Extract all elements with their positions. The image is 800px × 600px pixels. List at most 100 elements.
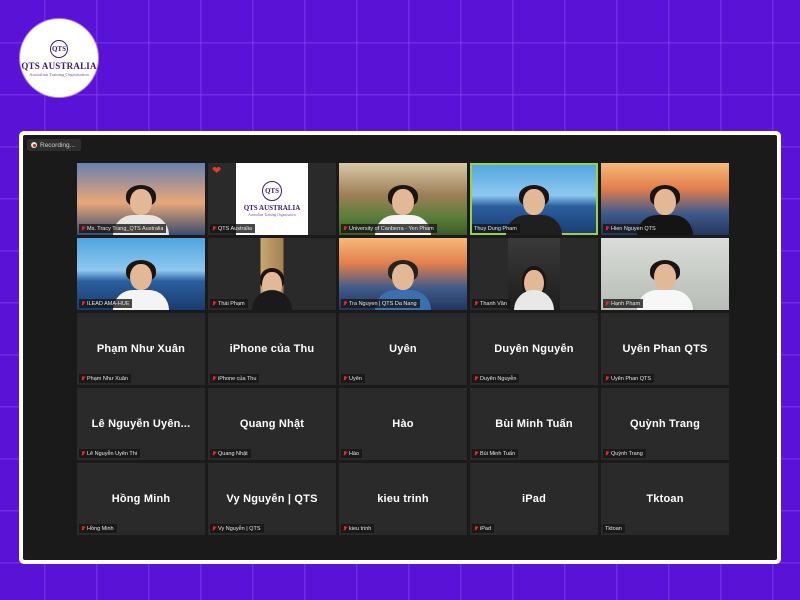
participant-tile[interactable]: Thanh Vân bbox=[470, 238, 598, 310]
participant-tile[interactable]: Tktoan Tktoan bbox=[601, 463, 729, 535]
participant-name: Duyên Nguyễn bbox=[480, 375, 517, 382]
participant-name: Hồng Minh bbox=[87, 525, 114, 532]
participant-display-name: Uyên Phan QTS bbox=[622, 343, 708, 355]
participant-tile[interactable]: Bùi Minh Tuấn Bùi Minh Tuấn bbox=[470, 388, 598, 460]
participant-display-name: Hồng Minh bbox=[111, 493, 171, 505]
mic-muted-icon bbox=[605, 301, 609, 306]
participant-tile[interactable]: Duyên Nguyễn Duyên Nguyễn bbox=[470, 313, 598, 385]
participant-name: kieu trinh bbox=[349, 525, 372, 532]
participant-tile[interactable]: Ms. Tracy Trang_QTS Australia bbox=[77, 163, 205, 235]
participant-video bbox=[246, 238, 298, 310]
participant-nametag: iPad bbox=[472, 524, 495, 533]
participant-tile[interactable]: Hồng Minh Hồng Minh bbox=[77, 463, 205, 535]
participant-tile[interactable]: Uyên Uyên bbox=[339, 313, 467, 385]
participant-name: Bùi Minh Tuấn bbox=[480, 450, 516, 457]
qts-monogram-icon: QTS bbox=[50, 39, 68, 58]
participant-tile[interactable]: Lê Nguyễn Uyên... Lê Nguyễn Uyên Thi bbox=[77, 388, 205, 460]
mic-muted-icon bbox=[474, 526, 478, 531]
mic-muted-icon bbox=[474, 301, 478, 306]
participant-tile[interactable]: Hien Nguyen QTS bbox=[601, 163, 729, 235]
participant-display-name: Lê Nguyễn Uyên... bbox=[91, 418, 191, 430]
participant-nametag: Hạnh Phạm bbox=[603, 299, 644, 308]
participant-name: Quỳnh Trang bbox=[611, 450, 643, 457]
participant-nametag: University of Canberra - Yen Pham bbox=[341, 224, 437, 233]
participant-nametag: QTS Australia bbox=[210, 224, 255, 233]
mic-muted-icon bbox=[81, 451, 85, 456]
mic-muted-icon bbox=[81, 226, 85, 231]
logo-subtitle: Australian Training Organisation bbox=[29, 71, 89, 77]
participant-nametag: Quỳnh Trang bbox=[603, 449, 646, 458]
participant-tile[interactable]: Quang Nhật Quang Nhật bbox=[208, 388, 336, 460]
participant-tile[interactable]: University of Canberra - Yen Pham bbox=[339, 163, 467, 235]
participant-tile[interactable]: iPad iPad bbox=[470, 463, 598, 535]
participant-name: iPad bbox=[480, 525, 492, 532]
mic-muted-icon bbox=[605, 451, 609, 456]
participant-tile[interactable]: Quỳnh Trang Quỳnh Trang bbox=[601, 388, 729, 460]
tile-logo-subtitle: Australian Training Organisation bbox=[248, 213, 296, 217]
participant-name: Hào bbox=[349, 450, 360, 457]
participant-tile[interactable]: Thái Phạm bbox=[208, 238, 336, 310]
participant-display-name: iPad bbox=[521, 493, 547, 505]
participant-display-name: iPhone của Thu bbox=[229, 343, 315, 355]
mic-muted-icon bbox=[212, 376, 216, 381]
participant-grid: Ms. Tracy Trang_QTS Australia ❤ QTS QTS … bbox=[77, 163, 729, 535]
participant-tile[interactable]: Hạnh Phạm bbox=[601, 238, 729, 310]
mic-muted-icon bbox=[212, 526, 216, 531]
participant-nametag: Uyên Phan QTS bbox=[603, 374, 655, 383]
mic-muted-icon bbox=[474, 451, 478, 456]
participant-display-name: Hào bbox=[392, 418, 414, 430]
participant-name: Thuy Dung Pham bbox=[474, 225, 517, 232]
participant-name: Thanh Vân bbox=[480, 300, 507, 307]
logo-name: QTS AUSTRALIA bbox=[21, 60, 97, 71]
participant-tile[interactable]: ILEAD AMA-HUE bbox=[77, 238, 205, 310]
participant-name: Thái Phạm bbox=[218, 300, 245, 307]
participant-tile[interactable]: Phạm Như Xuân Phạm Như Xuân bbox=[77, 313, 205, 385]
participant-nametag: Tktoan bbox=[603, 524, 625, 533]
participant-display-name: Duyên Nguyễn bbox=[494, 343, 574, 355]
participant-tile[interactable]: Uyên Phan QTS Uyên Phan QTS bbox=[601, 313, 729, 385]
mic-muted-icon bbox=[212, 451, 216, 456]
recording-indicator[interactable]: Recording... bbox=[27, 139, 82, 151]
participant-nametag: iPhone của Thu bbox=[210, 374, 260, 383]
participant-name: University of Canberra - Yen Pham bbox=[349, 225, 434, 232]
participant-nametag: Duyên Nguyễn bbox=[472, 374, 520, 383]
mic-muted-icon bbox=[605, 376, 609, 381]
participant-name: Hạnh Phạm bbox=[611, 300, 641, 307]
mic-muted-icon bbox=[343, 526, 347, 531]
participant-nametag: Phạm Như Xuân bbox=[79, 374, 131, 383]
participant-tile[interactable]: iPhone của Thu iPhone của Thu bbox=[208, 313, 336, 385]
participant-tile[interactable]: kieu trinh kieu trinh bbox=[339, 463, 467, 535]
participant-nametag: Hào bbox=[341, 449, 363, 458]
participant-name: Ms. Tracy Trang_QTS Australia bbox=[87, 225, 164, 232]
participant-nametag: Thuy Dung Pham bbox=[472, 224, 520, 233]
participant-nametag: Ms. Tracy Trang_QTS Australia bbox=[79, 224, 167, 233]
participant-display-name: Bùi Minh Tuấn bbox=[495, 418, 573, 430]
participant-tile[interactable]: Tra Nguyen | QTS Da Nang bbox=[339, 238, 467, 310]
qts-australia-logo: QTS QTS AUSTRALIA Australian Training Or… bbox=[20, 19, 98, 97]
video-gallery-view: Recording... Ms. Tracy Trang_QTS Austral… bbox=[23, 135, 777, 560]
participant-name: Vy Nguyễn | QTS bbox=[218, 525, 261, 532]
participant-name: Uyên bbox=[349, 375, 362, 382]
participant-nametag: Bùi Minh Tuấn bbox=[472, 449, 519, 458]
mic-muted-icon bbox=[81, 301, 85, 306]
participant-display-name: Vy Nguyễn | QTS bbox=[226, 493, 318, 505]
participant-name: Phạm Như Xuân bbox=[87, 375, 128, 382]
participant-name: Quang Nhật bbox=[218, 450, 248, 457]
participant-video bbox=[508, 238, 560, 310]
participant-nametag: Thái Phạm bbox=[210, 299, 248, 308]
mic-muted-icon bbox=[81, 526, 85, 531]
participant-tile[interactable]: Vy Nguyễn | QTS Vy Nguyễn | QTS bbox=[208, 463, 336, 535]
participant-tile[interactable]: Hào Hào bbox=[339, 388, 467, 460]
participant-tile[interactable]: ❤ QTS QTS AUSTRALIA Australian Training … bbox=[208, 163, 336, 235]
participant-tile-active-speaker[interactable]: Thuy Dung Pham bbox=[470, 163, 598, 235]
participant-display-name: Quỳnh Trang bbox=[629, 418, 701, 430]
participant-name: Uyên Phan QTS bbox=[611, 375, 652, 382]
participant-nametag: ILEAD AMA-HUE bbox=[79, 299, 133, 308]
participant-display-name: kieu trinh bbox=[377, 493, 429, 505]
participant-name: QTS Australia bbox=[218, 225, 252, 232]
participant-nametag: Vy Nguyễn | QTS bbox=[210, 524, 264, 533]
mic-muted-icon bbox=[343, 451, 347, 456]
qts-monogram-icon: QTS bbox=[262, 181, 282, 201]
mic-muted-icon bbox=[81, 376, 85, 381]
participant-nametag: Lê Nguyễn Uyên Thi bbox=[79, 449, 141, 458]
